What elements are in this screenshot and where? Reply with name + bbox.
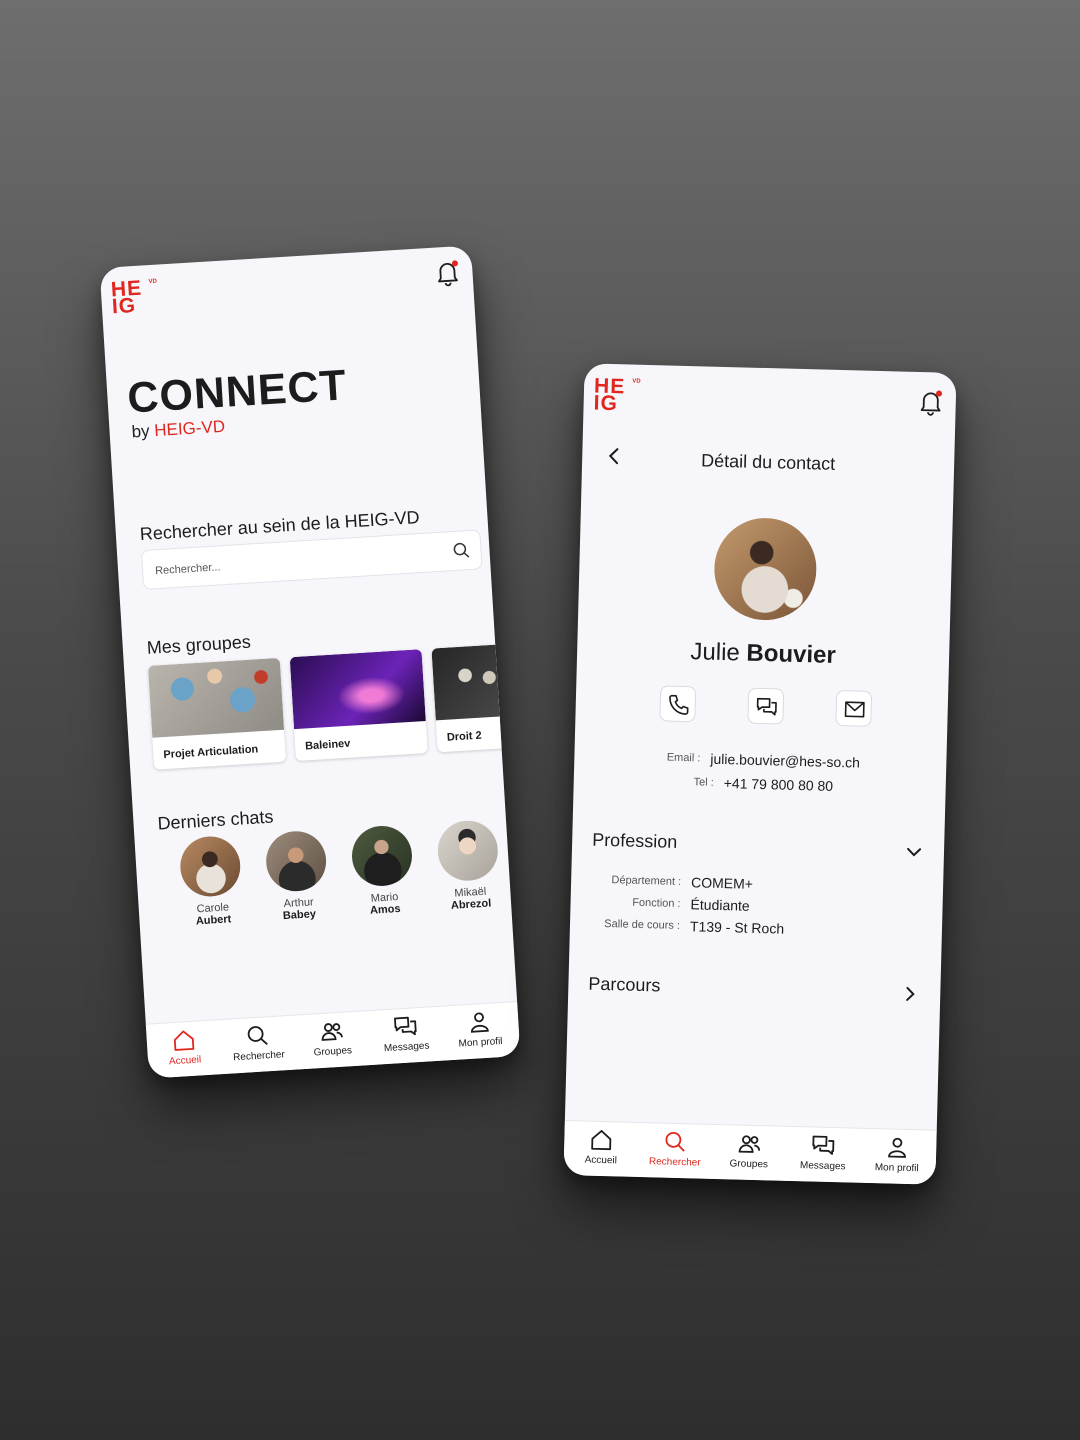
contact-detail-screen: HE IG VD Détail du contact Julie Bouvier… (563, 363, 957, 1185)
phone-icon (669, 694, 689, 715)
chat-contact[interactable]: Carole Aubert (169, 834, 254, 929)
heig-logo: HE IG VD (110, 276, 158, 319)
tab-messages[interactable]: Messages (786, 1133, 861, 1173)
chat-contact[interactable]: Arthur Babey (254, 829, 339, 924)
group-card[interactable]: Projet Articulation (147, 657, 287, 770)
page-title: Détail du contact (700, 450, 836, 474)
contact-actions (659, 685, 880, 731)
search-icon (247, 1026, 268, 1045)
user-icon (470, 1012, 489, 1033)
avatar (350, 824, 414, 888)
chat-icon (394, 1016, 417, 1036)
tel-row: Tel : +41 79 800 80 80 (693, 775, 834, 794)
contact-name: Julie Bouvier (690, 638, 837, 669)
parcours-section-title[interactable]: Parcours (588, 974, 661, 997)
chat-contact[interactable]: Mikaël Abrezol (426, 818, 511, 913)
groups-section-title: Mes groupes (146, 631, 252, 658)
user-icon (888, 1137, 906, 1158)
group-card[interactable]: Baleinev (289, 649, 428, 762)
groups-carousel[interactable]: Projet Articulation Baleinev Droit 2 (147, 643, 518, 786)
group-card[interactable]: Droit 2 (431, 643, 518, 753)
bottom-tab-bar: Accueil Rechercher Groupes Messages Mon … (563, 1120, 937, 1185)
tab-mon-profil[interactable]: Mon profil (860, 1135, 935, 1175)
email-button[interactable] (835, 689, 873, 727)
bottom-tab-bar: Accueil Rechercher Groupes Messages Mon … (145, 1000, 521, 1079)
recent-chats: Carole Aubert Arthur Babey Mario Amos Mi… (159, 818, 505, 950)
group-label: Droit 2 (446, 729, 483, 744)
tab-mon-profil[interactable]: Mon profil (442, 1008, 518, 1050)
chat-icon (812, 1135, 835, 1155)
group-label: Projet Articulation (163, 743, 259, 762)
contact-avatar (713, 516, 818, 622)
group-image (431, 643, 516, 721)
call-button[interactable] (659, 685, 697, 723)
tab-groupes[interactable]: Groupes (294, 1017, 370, 1059)
avatar (178, 834, 243, 899)
group-label: Baleinev (304, 737, 351, 753)
chevron-down-icon[interactable] (906, 844, 922, 860)
search-input[interactable] (152, 542, 448, 583)
tab-rechercher[interactable]: Rechercher (638, 1129, 713, 1169)
profession-section-title[interactable]: Profession (592, 830, 678, 853)
search-icon (665, 1131, 685, 1152)
notification-bell-icon[interactable] (434, 258, 462, 288)
tab-messages[interactable]: Messages (368, 1013, 444, 1055)
search-icon[interactable] (452, 541, 471, 560)
home-screen: HE IG VD CONNECT by HEIG-VD Rechercher a… (99, 245, 521, 1079)
tab-rechercher[interactable]: Rechercher (220, 1022, 296, 1064)
app-subtitle: by HEIG-VD (131, 416, 226, 442)
home-icon (591, 1130, 612, 1151)
group-image (147, 657, 285, 738)
notification-bell-icon[interactable] (917, 388, 944, 417)
group-image (289, 649, 426, 730)
heig-logo: HE IG VD (593, 374, 641, 416)
tab-groupes[interactable]: Groupes (712, 1131, 787, 1171)
app-title: CONNECT (126, 361, 349, 423)
chat-icon (756, 697, 777, 716)
tel-value[interactable]: +41 79 800 80 80 (724, 775, 834, 794)
chevron-right-icon[interactable] (902, 986, 918, 1002)
avatar (436, 818, 500, 883)
chats-section-title: Derniers chats (156, 806, 275, 834)
tab-accueil[interactable]: Accueil (564, 1127, 639, 1167)
message-button[interactable] (747, 687, 785, 725)
users-icon (321, 1023, 343, 1041)
tab-accueil[interactable]: Accueil (146, 1026, 222, 1068)
home-icon (173, 1030, 195, 1051)
email-value[interactable]: julie.bouvier@hes-so.ch (710, 751, 860, 771)
mail-icon (844, 701, 865, 718)
avatar (264, 829, 328, 893)
chat-contact[interactable]: Mario Amos (340, 824, 425, 919)
users-icon (738, 1135, 761, 1153)
